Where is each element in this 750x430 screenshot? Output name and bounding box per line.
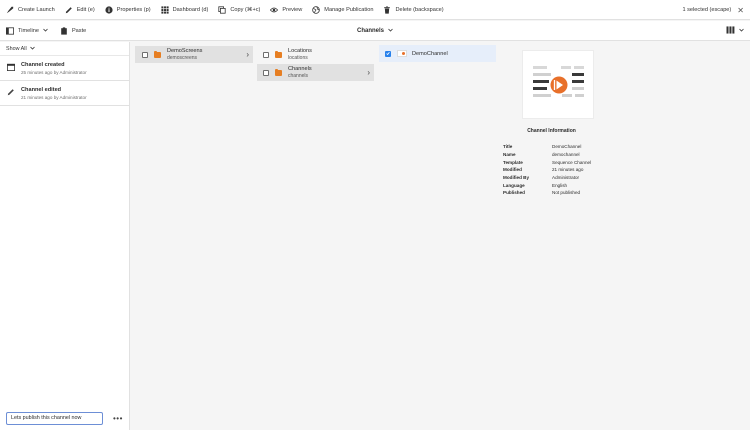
timeline-event[interactable]: Channel edited 21 minutes ago by Adminis…: [0, 81, 129, 106]
event-title: Channel created: [21, 62, 65, 68]
item-title: Channels: [288, 66, 312, 72]
item-checkbox-checked[interactable]: [385, 50, 391, 57]
grid-icon: [161, 5, 169, 14]
close-icon[interactable]: ✕: [737, 6, 744, 15]
copy-button[interactable]: Copy (⌘+c): [213, 0, 265, 20]
list-item-demoscreens[interactable]: DemoScreens demoscreens ›: [135, 46, 253, 63]
list-item-locations[interactable]: Locations locations: [257, 46, 374, 63]
channel-preview-card: [522, 50, 594, 119]
item-subtitle: locations: [288, 55, 308, 61]
view-bar: Timeline Paste Channels: [0, 21, 750, 41]
chevron-down-icon: [739, 28, 744, 34]
selection-status: 1 selected (escape) ✕: [682, 0, 744, 20]
chevron-right-icon: ›: [246, 50, 249, 59]
pencil-icon: [7, 88, 15, 96]
dashboard-button[interactable]: Dashboard (d): [156, 0, 214, 20]
meta-row-published: Published Not published: [503, 190, 581, 196]
manage-publication-button[interactable]: Manage Publication: [307, 0, 378, 20]
meta-row-language: Language English: [503, 182, 568, 188]
channel-thumbnail-icon: [397, 50, 407, 57]
meta-row-modified-by: Modified By Administrator: [503, 175, 580, 181]
comment-composer: •••: [0, 406, 130, 430]
timeline-rail: Show All Channel created 25 minutes ago …: [0, 42, 130, 430]
meta-row-name: Name demochannel: [503, 152, 580, 158]
sequence-channel-icon: [533, 66, 584, 97]
trash-icon: [383, 5, 391, 14]
event-title: Channel edited: [21, 87, 62, 93]
item-subtitle: channels: [288, 73, 309, 79]
column-view-icon: [726, 26, 735, 36]
item-checkbox[interactable]: [263, 51, 269, 58]
delete-button[interactable]: Delete (backspace): [378, 0, 448, 20]
edit-button[interactable]: Edit (e): [60, 0, 100, 20]
item-title: DemoChannel: [412, 50, 448, 57]
meta-row-modified: Modified 21 minutes ago: [503, 167, 584, 173]
action-toolbar: Create Launch Edit (e) Properties (p) Da…: [0, 0, 750, 20]
timeline-event[interactable]: Channel created 25 minutes ago by Admini…: [0, 56, 129, 81]
channel-information-heading: Channel Information: [527, 128, 576, 134]
properties-button[interactable]: Properties (p): [100, 0, 156, 20]
page-title: Channels: [356, 28, 384, 34]
timeline-toggle[interactable]: Timeline: [0, 21, 54, 41]
rail-icon: [6, 26, 14, 35]
chevron-down-icon: [29, 46, 35, 52]
globe-icon: [312, 5, 321, 14]
selection-count: 1 selected (escape): [682, 7, 732, 13]
item-subtitle: demoscreens: [167, 55, 198, 61]
meta-row-template: Template Sequence Channel: [503, 159, 592, 165]
item-title: DemoScreens: [167, 48, 203, 54]
folder-icon: [275, 50, 282, 58]
event-subtitle: 25 minutes ago by Administrator: [21, 70, 87, 75]
chevron-down-icon: [43, 28, 48, 34]
info-icon: [105, 5, 113, 14]
folder-icon: [275, 68, 282, 76]
clipboard-icon: [60, 26, 68, 35]
list-item-channels[interactable]: Channels channels ›: [257, 64, 374, 81]
comment-input[interactable]: [6, 411, 103, 425]
chevron-right-icon: ›: [367, 68, 370, 77]
rocket-icon: [6, 6, 14, 14]
calendar-icon: [7, 63, 15, 71]
eye-icon: [270, 6, 279, 14]
pencil-icon: [65, 6, 73, 14]
item-checkbox[interactable]: [263, 69, 269, 76]
channel-metadata: Title DemoChannel Name demochannel Templat…: [503, 143, 591, 197]
item-checkbox[interactable]: [142, 51, 148, 58]
create-launch-button[interactable]: Create Launch: [0, 0, 60, 20]
preview-button[interactable]: Preview: [265, 0, 307, 20]
event-subtitle: 21 minutes ago by Administrator: [21, 95, 87, 100]
chevron-down-icon[interactable]: [388, 28, 393, 34]
meta-row-title: Title DemoChannel: [503, 144, 582, 150]
more-options-icon[interactable]: •••: [113, 414, 123, 423]
show-all-filter[interactable]: Show All: [0, 42, 129, 56]
item-title: Locations: [288, 48, 312, 54]
copy-icon: [218, 5, 226, 14]
folder-icon: [154, 50, 161, 58]
list-item-demochannel[interactable]: DemoChannel: [379, 45, 496, 62]
view-switcher[interactable]: [726, 21, 744, 41]
paste-button[interactable]: Paste: [54, 21, 92, 41]
